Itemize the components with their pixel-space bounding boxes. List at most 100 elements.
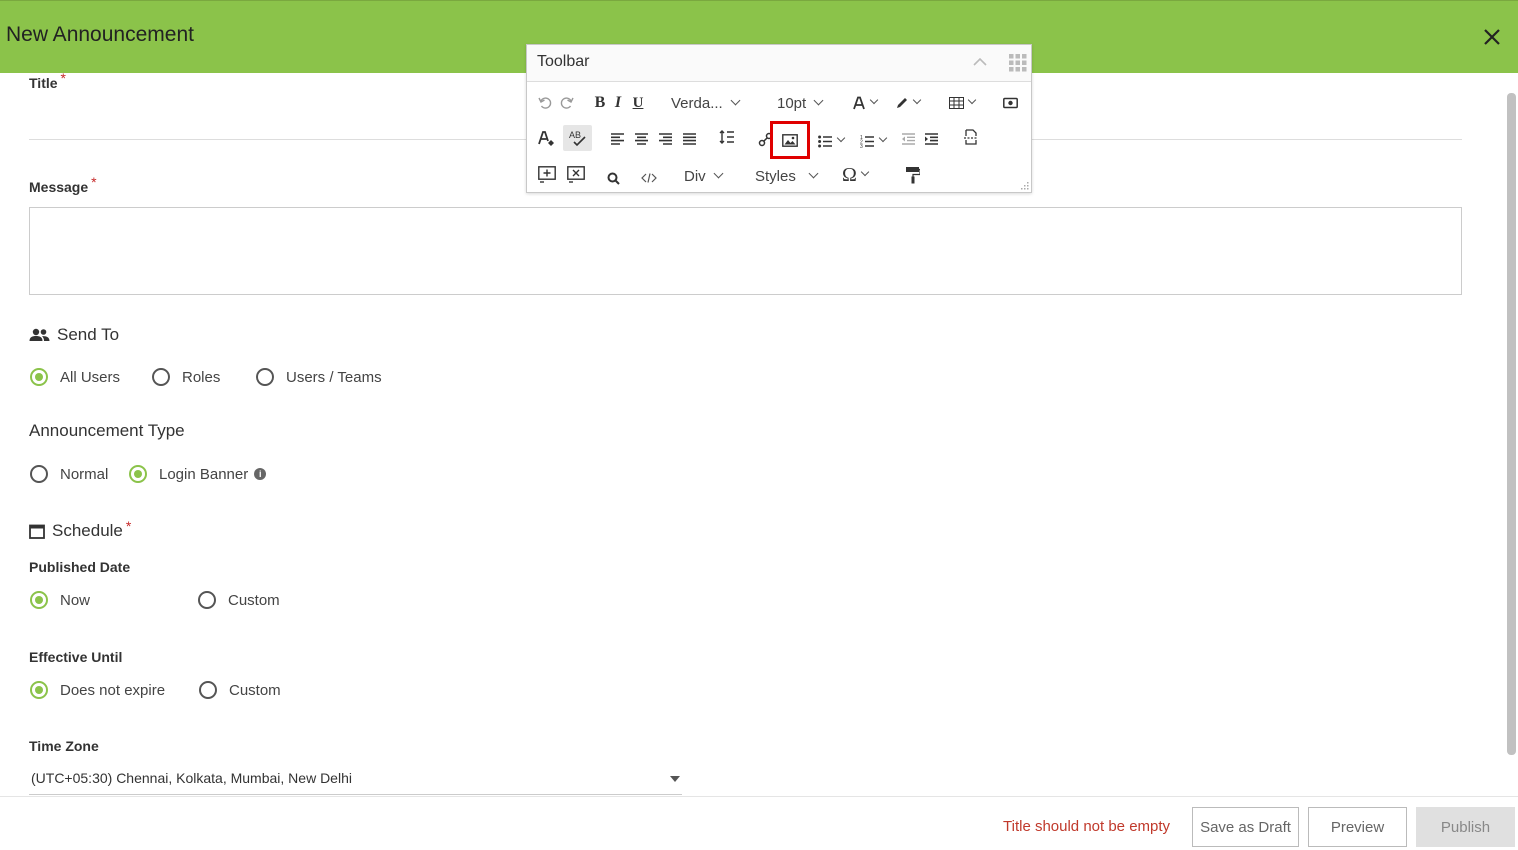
- chevron-down-icon: [836, 133, 846, 143]
- media-icon: [1003, 97, 1018, 109]
- svg-text:3: 3: [860, 144, 863, 148]
- time-zone-select[interactable]: (UTC+05:30) Chennai, Kolkata, Mumbai, Ne…: [29, 766, 682, 795]
- info-icon[interactable]: i: [254, 468, 267, 480]
- chevron-down-icon: [713, 168, 724, 178]
- radio-published-now[interactable]: Now: [30, 591, 90, 609]
- people-icon: [29, 328, 50, 341]
- preview-button[interactable]: Preview: [1308, 807, 1407, 847]
- font-color-icon: [853, 96, 865, 110]
- insert-link-button[interactable]: [758, 127, 773, 151]
- close-button[interactable]: [1480, 25, 1504, 49]
- radio-circle: [256, 368, 274, 386]
- source-code-button[interactable]: [641, 166, 657, 190]
- bullet-list-button[interactable]: [818, 129, 846, 153]
- align-justify-icon: [683, 133, 696, 145]
- announcement-type-heading: Announcement Type: [29, 421, 185, 440]
- required-marker: *: [125, 518, 132, 534]
- page-break-icon: [964, 129, 978, 145]
- align-left-icon: [611, 133, 624, 145]
- radio-published-custom[interactable]: Custom: [198, 591, 280, 609]
- toolbar-title: Toolbar: [537, 53, 590, 70]
- svg-text:AB: AB: [569, 130, 581, 140]
- remove-box-icon: [567, 165, 585, 183]
- radio-does-not-expire[interactable]: Does not expire: [30, 681, 165, 699]
- calendar-icon: [29, 524, 45, 539]
- insert-media-button[interactable]: [1003, 91, 1018, 115]
- align-justify-button[interactable]: [682, 127, 697, 151]
- editor-toolbar-panel[interactable]: Toolbar B I U Verda... 10pt AB 123 Div S…: [526, 44, 1032, 193]
- italic-icon[interactable]: I: [611, 91, 625, 115]
- code-icon: [641, 173, 657, 183]
- radio-all-users[interactable]: All Users: [30, 368, 120, 386]
- radio-login-banner[interactable]: Login Banner i: [129, 465, 267, 483]
- message-editor[interactable]: [29, 207, 1462, 295]
- indent-button[interactable]: [924, 127, 939, 151]
- line-height-button[interactable]: [719, 125, 735, 149]
- numbered-list-icon: 123: [860, 135, 874, 148]
- font-size-dropdown[interactable]: 10pt: [777, 91, 824, 115]
- align-center-button[interactable]: [634, 127, 649, 151]
- add-box-icon: [538, 165, 556, 183]
- font-color-button[interactable]: [852, 91, 879, 115]
- numbered-list-button[interactable]: 123: [860, 129, 888, 153]
- table-icon: [949, 97, 964, 109]
- radio-circle-selected: [30, 368, 48, 386]
- caret-down-icon: [670, 776, 680, 782]
- scrollbar-thumb[interactable]: [1507, 93, 1516, 755]
- radio-users-teams[interactable]: Users / Teams: [256, 368, 382, 386]
- outdent-button[interactable]: [901, 127, 916, 151]
- resize-handle-icon[interactable]: [1019, 180, 1029, 190]
- insert-row-button[interactable]: [538, 162, 556, 186]
- radio-roles[interactable]: Roles: [152, 368, 220, 386]
- radio-circle: [152, 368, 170, 386]
- insert-table-button[interactable]: [949, 91, 977, 115]
- radio-circle-selected: [129, 465, 147, 483]
- save-draft-button[interactable]: Save as Draft: [1192, 807, 1299, 847]
- radio-circle: [198, 591, 216, 609]
- chevron-up-icon[interactable]: [973, 57, 987, 67]
- insert-image-button[interactable]: [770, 121, 810, 159]
- spellcheck-icon: AB: [569, 130, 586, 147]
- time-zone-value: (UTC+05:30) Chennai, Kolkata, Mumbai, Ne…: [31, 770, 352, 786]
- chevron-down-icon: [967, 95, 977, 105]
- vertical-scrollbar[interactable]: [1505, 73, 1518, 796]
- radio-effective-custom[interactable]: Custom: [199, 681, 281, 699]
- delete-row-button[interactable]: [567, 162, 585, 186]
- special-character-button[interactable]: Ω: [842, 163, 870, 187]
- publish-button[interactable]: Publish: [1416, 807, 1515, 847]
- link-icon: [758, 132, 773, 146]
- chevron-down-icon: [912, 95, 922, 105]
- bold-icon[interactable]: B: [592, 91, 608, 115]
- clear-formatting-button[interactable]: [537, 127, 555, 151]
- toolbar-header[interactable]: Toolbar: [527, 45, 1031, 82]
- align-right-button[interactable]: [658, 127, 673, 151]
- dialog-title: New Announcement: [6, 23, 194, 46]
- align-left-button[interactable]: [610, 127, 625, 151]
- bullet-list-icon: [818, 135, 832, 147]
- radio-circle-selected: [30, 681, 48, 699]
- underline-icon[interactable]: U: [630, 91, 646, 115]
- radio-normal[interactable]: Normal: [30, 465, 108, 483]
- highlighter-icon: [897, 98, 907, 108]
- radio-circle: [30, 465, 48, 483]
- format-painter-button[interactable]: [905, 163, 920, 187]
- undo-button[interactable]: [537, 91, 553, 115]
- undo-icon: [538, 97, 552, 109]
- spellcheck-button[interactable]: AB: [563, 125, 592, 151]
- align-center-icon: [635, 133, 648, 145]
- highlight-color-button[interactable]: [895, 91, 922, 115]
- dialog-footer: Title should not be empty Save as Draft …: [0, 796, 1518, 850]
- chevron-down-icon: [813, 95, 824, 105]
- redo-button[interactable]: [559, 91, 575, 115]
- chevron-down-icon: [730, 95, 741, 105]
- block-format-dropdown[interactable]: Div: [684, 164, 724, 188]
- line-height-icon: [719, 130, 734, 144]
- find-replace-button[interactable]: [607, 166, 620, 190]
- effective-until-label: Effective Until: [29, 649, 123, 665]
- font-family-dropdown[interactable]: Verda...: [671, 91, 741, 115]
- page-break-button[interactable]: [963, 125, 979, 149]
- close-icon: [1484, 29, 1500, 45]
- styles-dropdown[interactable]: Styles: [755, 164, 819, 188]
- grid-icon[interactable]: [1008, 53, 1028, 73]
- indent-icon: [925, 133, 938, 145]
